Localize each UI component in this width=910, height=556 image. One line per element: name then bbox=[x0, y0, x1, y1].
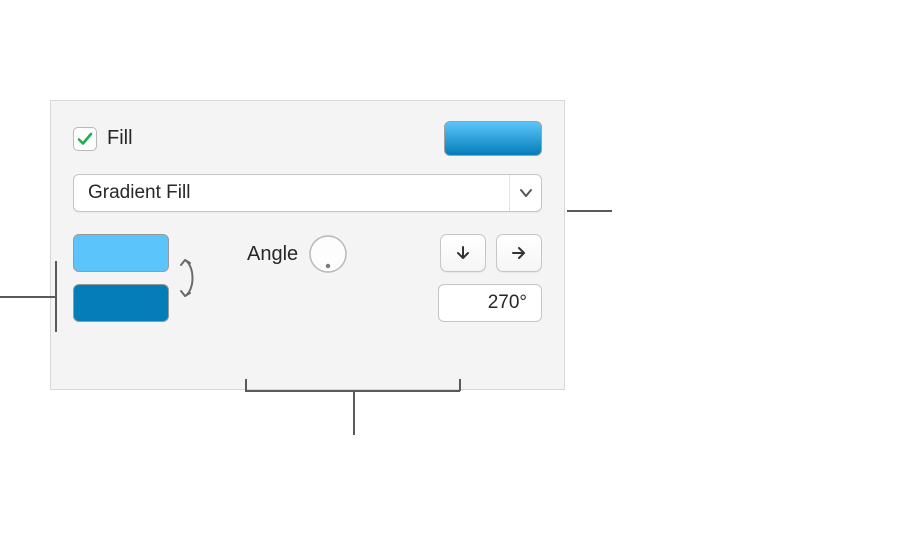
fill-type-dropdown[interactable]: Gradient Fill bbox=[73, 174, 542, 212]
arrow-right-icon bbox=[511, 245, 527, 261]
callout-line bbox=[0, 296, 55, 298]
fill-checkbox[interactable] bbox=[73, 127, 97, 151]
gradient-color-2[interactable] bbox=[73, 284, 169, 322]
fill-header: Fill bbox=[73, 121, 542, 156]
angle-right-controls: 270° bbox=[438, 234, 542, 322]
callout-line bbox=[567, 210, 612, 212]
callout-line bbox=[245, 390, 460, 392]
gradient-color-wells bbox=[73, 234, 169, 322]
arrow-down-icon bbox=[455, 245, 471, 261]
swap-colors-button[interactable] bbox=[175, 252, 199, 304]
callout-line bbox=[353, 390, 355, 435]
dropdown-selected-label: Gradient Fill bbox=[88, 182, 190, 204]
gradient-color-1[interactable] bbox=[73, 234, 169, 272]
fill-label: Fill bbox=[107, 127, 133, 150]
direction-right-button[interactable] bbox=[496, 234, 542, 272]
callout-line bbox=[459, 379, 461, 391]
callout-line bbox=[245, 379, 247, 391]
fill-preview-swatch[interactable] bbox=[444, 121, 542, 156]
dial-icon bbox=[308, 234, 348, 274]
checkmark-icon bbox=[76, 130, 94, 148]
angle-section: Angle bbox=[247, 234, 348, 274]
fill-panel: Fill Gradient Fill Angle bbox=[50, 100, 565, 390]
angle-dial[interactable] bbox=[308, 234, 348, 274]
swap-arrow-icon bbox=[177, 254, 197, 302]
direction-buttons bbox=[440, 234, 542, 272]
gradient-controls: Angle bbox=[73, 234, 542, 322]
callout-line bbox=[55, 261, 57, 332]
angle-value: 270° bbox=[488, 292, 527, 314]
angle-value-field[interactable]: 270° bbox=[438, 284, 542, 322]
chevron-down-icon bbox=[509, 175, 541, 211]
direction-down-button[interactable] bbox=[440, 234, 486, 272]
fill-header-left: Fill bbox=[73, 127, 133, 151]
angle-label: Angle bbox=[247, 243, 298, 266]
